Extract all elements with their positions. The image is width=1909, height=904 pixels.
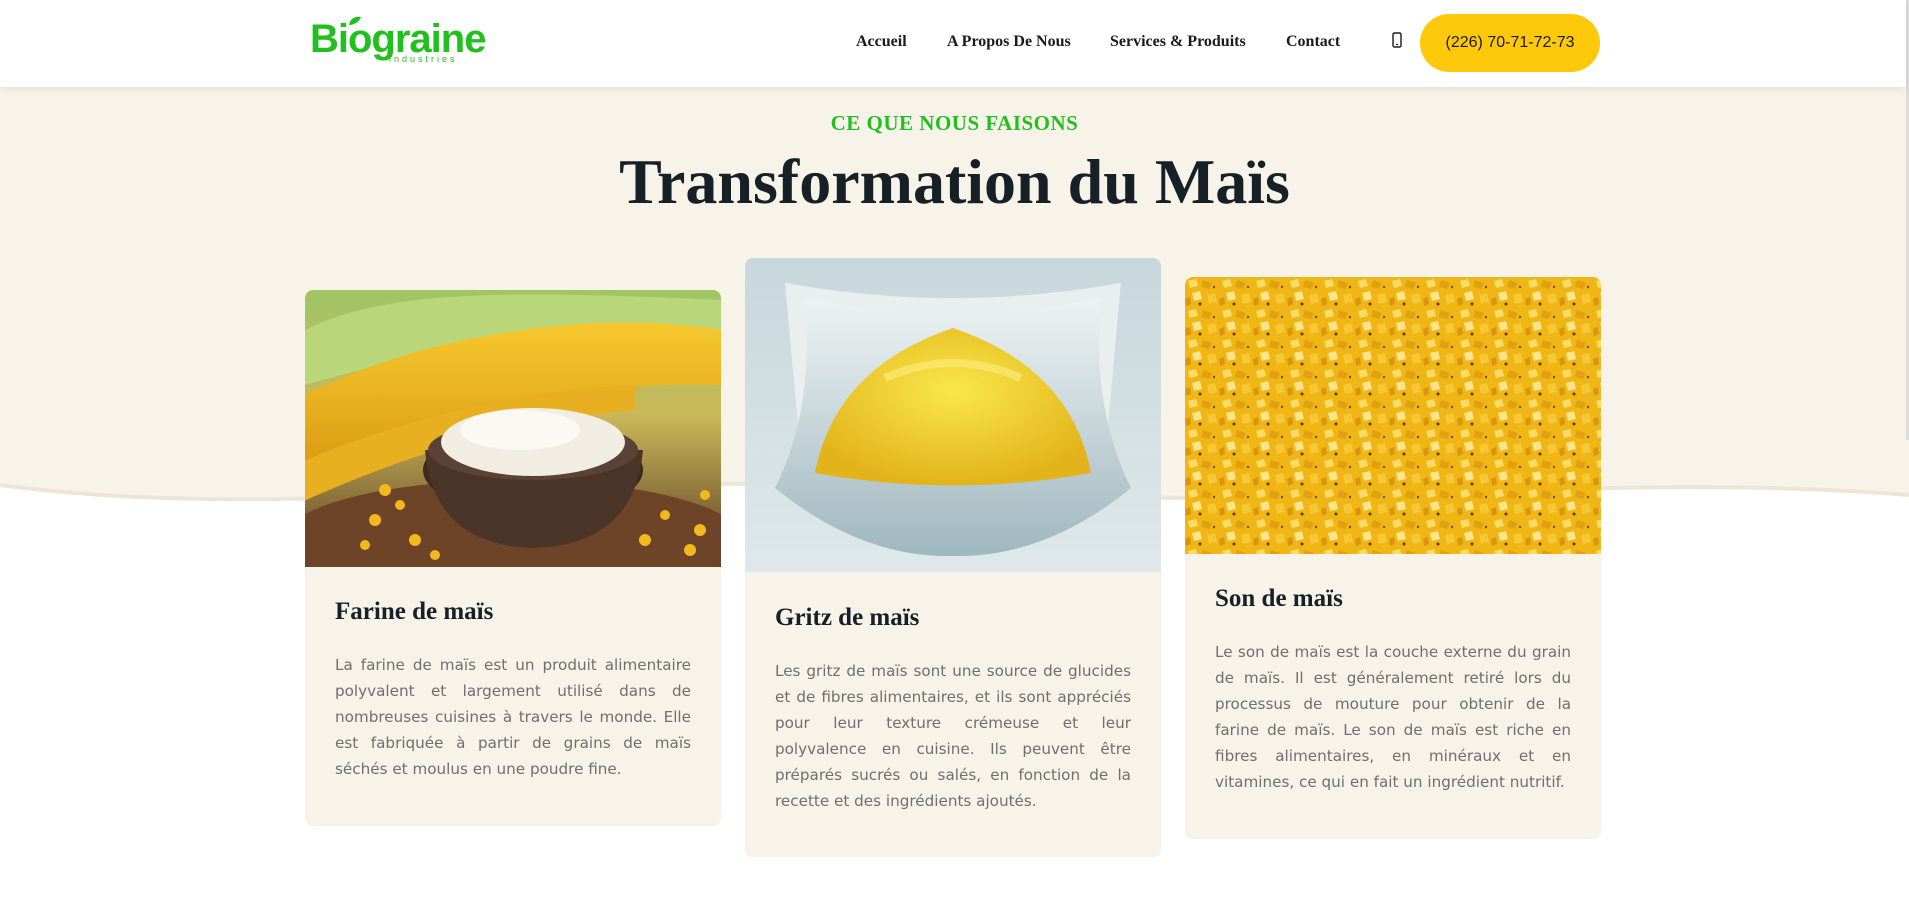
nav-a-propos[interactable]: A Propos De Nous: [947, 33, 1071, 51]
nav-services-produits[interactable]: Services & Produits: [1110, 33, 1246, 51]
card-description: La farine de maïs est un produit aliment…: [335, 656, 691, 778]
brand-logo[interactable]: Biograine industries: [310, 14, 486, 70]
nav-contact[interactable]: Contact: [1286, 33, 1340, 51]
site-header: Biograine industries Accueil A Propos De…: [0, 0, 1906, 87]
corn-flour-bowl-photo: [305, 290, 721, 567]
product-card-gritz[interactable]: Gritz de maïs Les gritz de maïs sont une…: [745, 258, 1161, 857]
card-description: Le son de maïs est la couche externe du …: [1215, 643, 1571, 791]
phone-call-button[interactable]: (226) 70-71-72-73: [1420, 14, 1600, 72]
product-card-son[interactable]: Son de maïs Le son de maïs est la couche…: [1185, 277, 1601, 839]
product-card-farine[interactable]: Farine de maïs La farine de maïs est un …: [305, 290, 721, 826]
card-title: Gritz de maïs: [775, 604, 920, 631]
logo-subtext: industries: [389, 54, 458, 64]
card-title: Son de maïs: [1215, 585, 1343, 612]
leaf-icon: [349, 16, 361, 25]
mobile-phone-icon: [1392, 32, 1402, 48]
corn-bran-photo: [1185, 277, 1601, 554]
phone-number: (226) 70-71-72-73: [1445, 34, 1575, 51]
card-description: Les gritz de maïs sont une source de glu…: [775, 662, 1131, 810]
corn-grits-bowl-photo: [745, 258, 1161, 572]
section-title: Transformation du Maïs: [619, 146, 1290, 217]
nav-accueil[interactable]: Accueil: [856, 33, 907, 51]
card-title: Farine de maïs: [335, 598, 494, 625]
section-eyebrow: CE QUE NOUS FAISONS: [830, 111, 1079, 135]
